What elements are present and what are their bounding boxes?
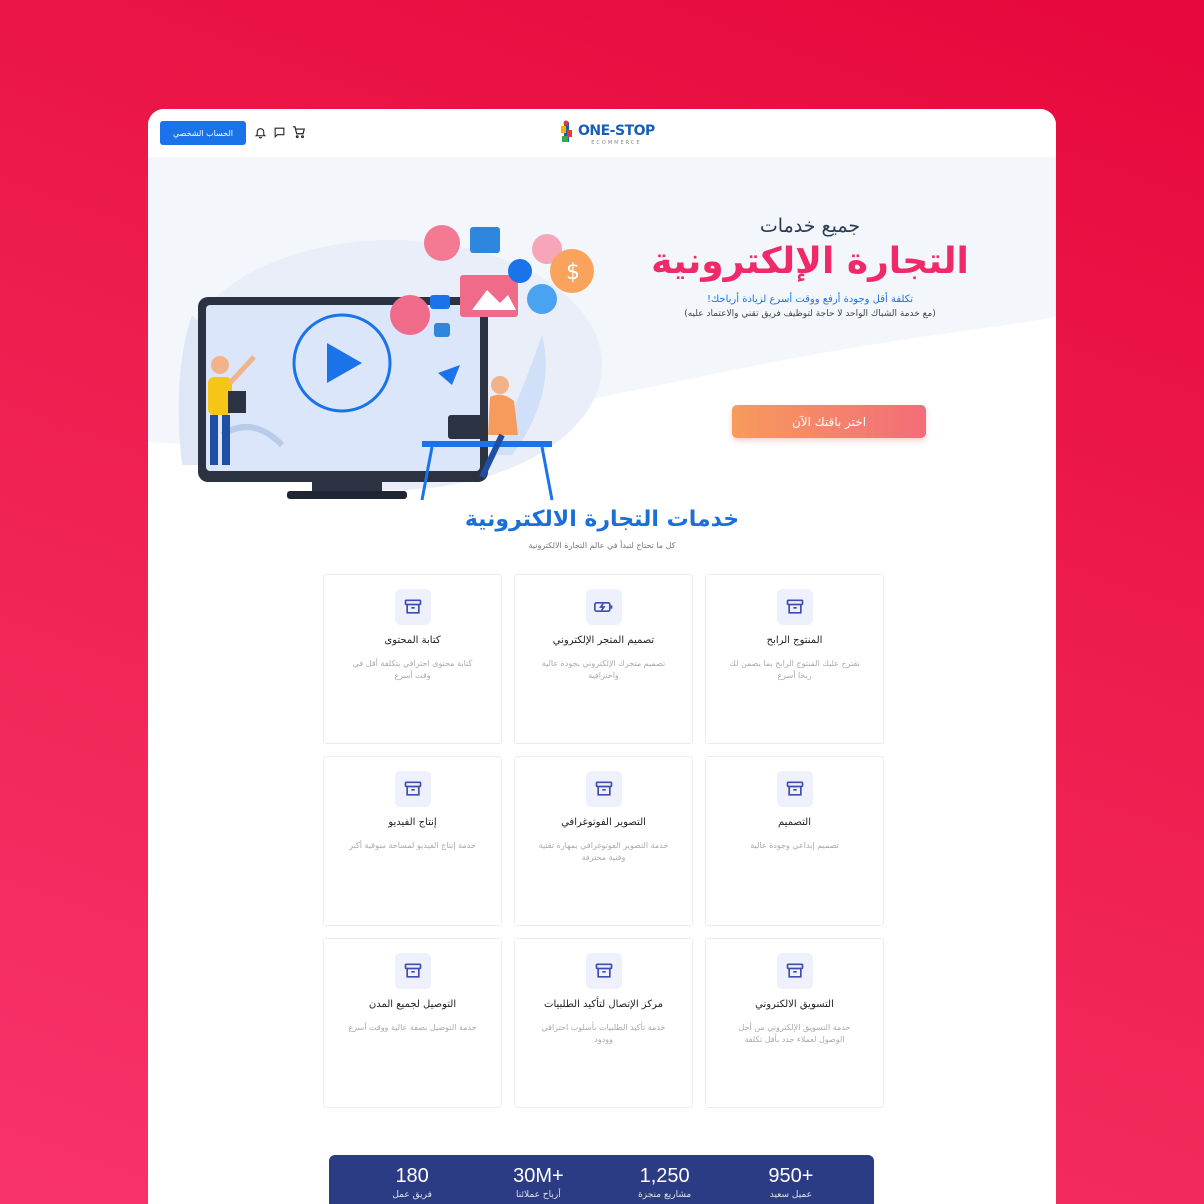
service-card-description: خدمة إنتاج الفيديو لمساحة سوقية أكبر [349,841,476,850]
box-icon [394,953,431,989]
service-card[interactable]: المنتوج الرابح نقترح عليك المنتوج الرابح … [705,574,884,744]
service-card-title: التسويق الالكتروني [755,999,834,1010]
hero-subtitle: جميع خدمات [759,215,861,237]
service-card[interactable]: كتابة المحتوى كتابة محتوى احترافي بتكلفة … [323,574,502,744]
service-card-description: خدمة التصوير الفوتوغرافي بمهارة تقنية وف… [538,841,669,862]
service-card-description: نقترح عليك المنتوج الرابح بما يضمن لك رب… [729,659,860,680]
box-icon [394,771,431,807]
stat-number: 180 [395,1165,429,1187]
service-card-description: خدمة تأكيد الطلبيات بأسلوب احترافي وودود [541,1023,666,1044]
services-title: خدمات التجارة الالكترونية [464,507,740,532]
hero-description-note: (مع خدمة الشباك الواحد لا حاجة لتوظيف فر… [684,309,936,320]
stat-label: عميل سعيد [769,1190,813,1200]
stat-item: 1,250 مشاريع منجزة [610,1155,720,1204]
service-card-description: خدمة التوصيل بصفة عالية ووقت أسرع [348,1023,477,1032]
top-header: الحساب الشخصي ONE-STOP ECOMMERCE [148,109,1056,157]
logo-mark-icon [560,120,574,146]
account-button[interactable]: الحساب الشخصي [160,121,246,145]
service-card[interactable]: التصميم تصميم إبداعي وجودة عالية [705,756,884,926]
box-icon [776,771,813,807]
service-card[interactable]: التصوير الفوتوغرافي خدمة التصوير الفوتوغر… [514,756,693,926]
service-card[interactable]: إنتاج الفيديو خدمة إنتاج الفيديو لمساحة س… [323,756,502,926]
stat-number: 30M+ [513,1165,564,1187]
stat-item: 30M+ أرباح عملائنا [483,1155,593,1204]
service-card-title: مركز الإتصال لتأكيد الطلبيات [544,999,663,1010]
stat-number: 950+ [768,1165,814,1187]
logo-text: ONE-STOP [578,123,655,139]
service-card-title: المنتوج الرابح [766,635,823,646]
service-card-title: التصوير الفوتوغرافي [561,817,646,828]
service-card[interactable]: التوصيل لجميع المدن خدمة التوصيل بصفة عال… [323,938,502,1108]
cart-icon[interactable] [291,124,307,140]
page-frame: الحساب الشخصي ONE-STOP ECOMMERCE $ جميع … [148,109,1056,1204]
logo-subtext: ECOMMERCE [591,140,642,146]
brand-logo[interactable]: ONE-STOP ECOMMERCE [560,119,655,147]
service-card-description: كتابة محتوى احترافي بتكلفة أقل في وقت أس… [352,659,473,680]
hero-section: $ جميع خدمات التجارة الإلكترونية تكلفة أ… [148,157,1056,501]
service-card[interactable]: تصميم المتجر الإلكتروني تصميم متجرك الإلك… [514,574,693,744]
service-card[interactable]: التسويق الالكتروني خدمة التسويق الإلكترون… [705,938,884,1108]
service-card-title: إنتاج الفيديو [388,817,437,828]
hero-text-block: جميع خدمات التجارة الإلكترونية تكلفة أقل… [630,215,990,319]
service-card-title: التصميم [778,817,811,828]
svg-text:$: $ [566,260,580,285]
service-card-title: كتابة المحتوى [384,635,441,646]
box-icon [394,589,431,625]
stat-label: فريق عمل [392,1190,432,1200]
hero-title: التجارة الإلكترونية [651,241,969,282]
box-icon [776,589,813,625]
stat-label: مشاريع منجزة [638,1190,692,1200]
stat-item: 180 فريق عمل [357,1155,467,1204]
stats-bar: 950+ عميل سعيد 1,250 مشاريع منجزة 30M+ أرباح … [329,1155,874,1204]
service-card-description: خدمة التسويق الإلكتروني من أجل الوصول لع… [738,1023,851,1044]
service-card[interactable]: مركز الإتصال لتأكيد الطلبيات خدمة تأكيد ا… [514,938,693,1108]
bell-icon[interactable] [252,124,268,140]
service-card-title: تصميم المتجر الإلكتروني [552,635,655,646]
hero-illustration: $ [178,225,602,501]
box-icon [585,771,622,807]
stat-item: 950+ عميل سعيد [736,1155,846,1204]
services-subtitle: كل ما تحتاج لتبدأ في عالم التجارة الالكت… [528,541,676,550]
service-card-description: تصميم متجرك الإلكتروني بجودة عالية واحتر… [541,659,666,680]
service-card-description: تصميم إبداعي وجودة عالية [750,841,839,850]
chat-icon[interactable] [271,124,287,140]
box-icon [776,953,813,989]
choose-package-button[interactable]: اختر باقتك الآن [732,405,926,438]
box-icon [585,953,622,989]
service-card-title: التوصيل لجميع المدن [368,999,457,1010]
battery-charge-icon [585,589,622,625]
services-grid: المنتوج الرابح نقترح عليك المنتوج الرابح … [321,574,884,1108]
stat-label: أرباح عملائنا [516,1190,561,1200]
hero-description-main: تكلفة أقل وجودة أرفع ووقت أسرع لزيادة أر… [706,294,914,306]
stat-number: 1,250 [639,1165,690,1187]
